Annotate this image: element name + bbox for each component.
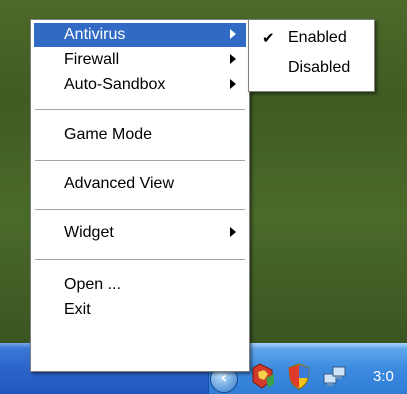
menu-item-label: Advanced View [64,175,174,192]
menu-item-open[interactable]: Open ... [34,273,246,297]
submenu-arrow-icon [230,79,236,89]
security-shield-icon[interactable] [286,362,312,390]
comodo-tray-icon[interactable] [250,362,276,390]
menu-item-label: Game Mode [64,126,153,143]
menu-item-label: Open ... [64,276,121,293]
clock[interactable]: 3:0 [373,368,394,385]
menu-item-label: Antivirus [64,26,126,43]
checkmark-icon: ✔ [262,30,275,47]
submenu-arrow-icon [230,54,236,64]
menu-item-auto-sandbox[interactable]: Auto-Sandbox [34,73,246,97]
menu-item-label: Auto-Sandbox [64,76,166,93]
antivirus-submenu: ✔ Enabled Disabled [248,19,375,92]
submenu-arrow-icon [230,29,236,39]
network-icon[interactable] [322,362,348,390]
submenu-item-disabled[interactable]: Disabled [252,56,371,80]
submenu-item-label: Enabled [288,29,347,46]
submenu-item-label: Disabled [288,59,351,76]
menu-item-widget[interactable]: Widget [34,221,246,245]
submenu-item-enabled[interactable]: ✔ Enabled [252,26,371,50]
submenu-arrow-icon [230,227,236,237]
menu-item-label: Widget [64,224,114,241]
menu-item-advanced-view[interactable]: Advanced View [34,172,246,196]
menu-separator [35,160,245,161]
menu-separator [35,259,245,260]
menu-item-firewall[interactable]: Firewall [34,48,246,72]
menu-separator [35,109,245,110]
menu-item-label: Firewall [64,51,120,68]
menu-item-exit[interactable]: Exit [34,298,246,322]
menu-item-game-mode[interactable]: Game Mode [34,123,246,147]
menu-item-label: Exit [64,301,91,318]
context-menu: Antivirus Firewall Auto-Sandbox Game Mod… [30,19,250,372]
menu-item-antivirus[interactable]: Antivirus [34,23,246,47]
menu-separator [35,209,245,210]
